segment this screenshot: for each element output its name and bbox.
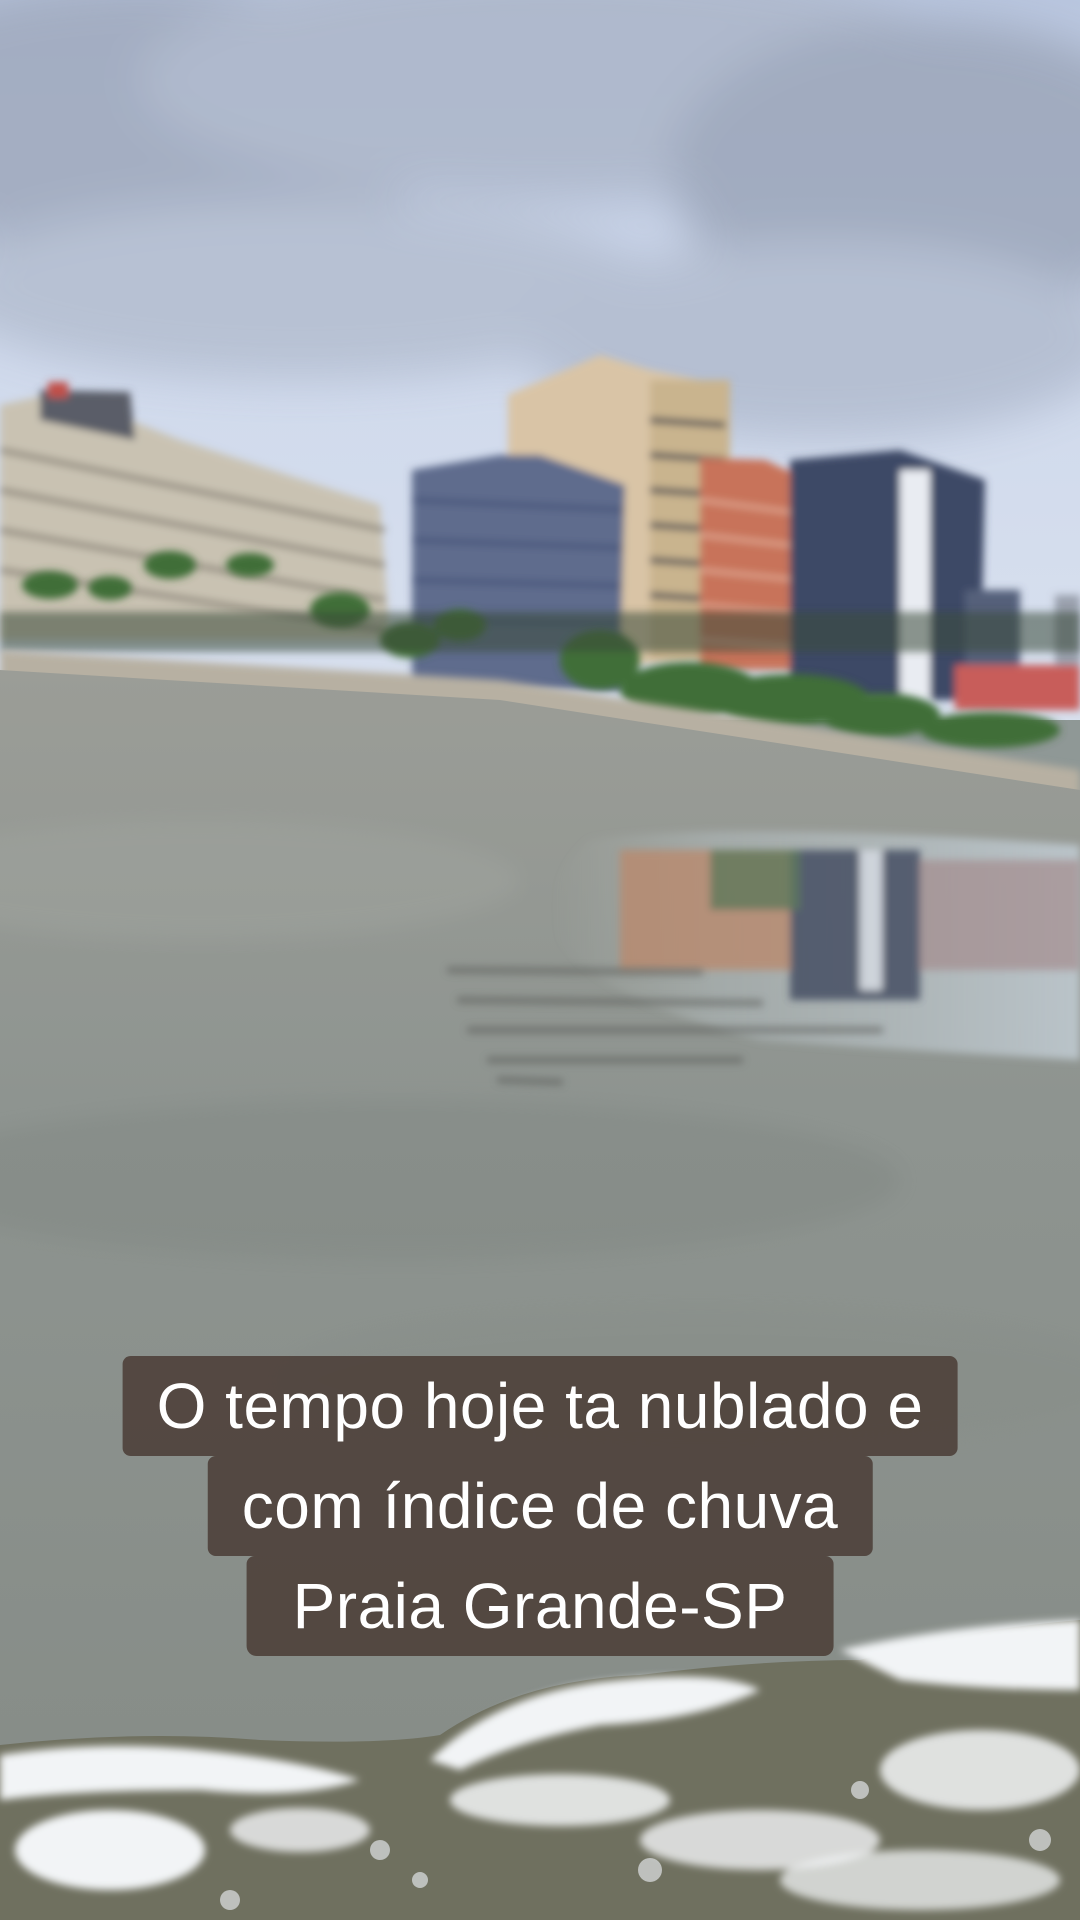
beach-photo (0, 0, 1080, 1920)
